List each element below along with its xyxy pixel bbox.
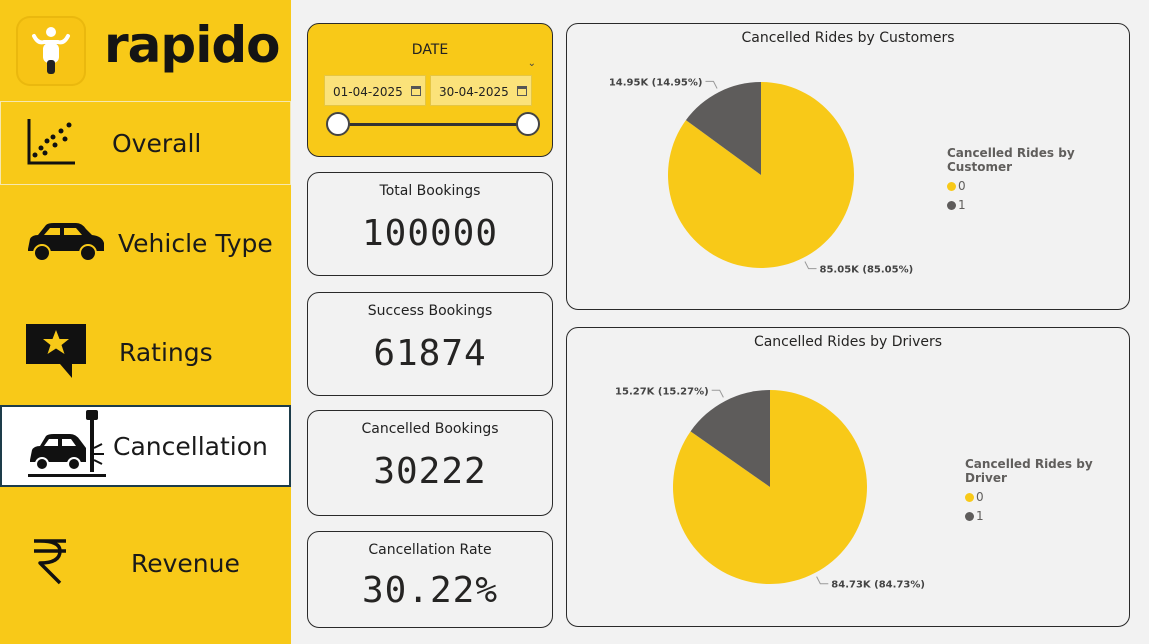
calendar-icon[interactable] [517, 86, 527, 96]
legend-item[interactable]: 0 [965, 490, 1129, 504]
legend-item[interactable]: 1 [965, 509, 1129, 523]
pie-leader-line [816, 576, 829, 585]
calendar-icon[interactable] [411, 86, 421, 96]
rupee-icon [30, 537, 70, 589]
legend: Cancelled Rides by Customer 0 1 [947, 146, 1129, 212]
kpi-total-bookings: Total Bookings 100000 [307, 172, 553, 276]
pie-data-label: 85.05K (85.05%) [820, 265, 914, 276]
rapido-logo-icon [16, 16, 86, 86]
kpi-title: Success Bookings [367, 303, 493, 319]
legend-item[interactable]: 1 [947, 198, 1129, 212]
nav-label-cancellation: Cancellation [113, 431, 268, 461]
legend: Cancelled Rides by Driver 0 1 [965, 457, 1129, 523]
kpi-value: 100000 [361, 213, 499, 254]
legend-label: 0 [976, 490, 984, 504]
nav-label-revenue: Revenue [131, 548, 240, 578]
nav-label-overall: Overall [112, 128, 202, 158]
brand-name: rapido [104, 16, 280, 74]
kpi-title: Cancellation Rate [368, 542, 492, 558]
legend-marker [947, 181, 956, 191]
nav-ratings[interactable]: Ratings [0, 310, 291, 394]
legend-title: Cancelled Rides by Customer [947, 146, 1075, 174]
pie-leader-line [705, 80, 718, 89]
legend-item[interactable]: 0 [947, 179, 1129, 193]
date-range-start-handle[interactable] [326, 112, 350, 136]
date-range-slider-track[interactable] [338, 123, 528, 126]
kpi-cancellation-rate: Cancellation Rate 30.22% [307, 531, 553, 628]
chart-card-drivers: Cancelled Rides by Drivers 84.73K (84.73… [566, 327, 1130, 627]
pie-data-label: 14.95K (14.95%) [609, 77, 703, 88]
legend-marker [965, 511, 974, 521]
start-date-input[interactable]: 01-04-2025 [324, 75, 426, 106]
kpi-cancelled-bookings: Cancelled Bookings 30222 [307, 410, 553, 516]
legend-marker [947, 200, 956, 210]
start-date-value: 01-04-2025 [333, 85, 403, 99]
date-range-end-handle[interactable] [516, 112, 540, 136]
nav-overall[interactable]: Overall [0, 101, 291, 185]
legend-marker [965, 492, 974, 502]
legend-label: 1 [976, 509, 984, 523]
kpi-value: 30222 [373, 451, 487, 492]
legend-label: 1 [958, 198, 966, 212]
kpi-value: 30.22% [361, 570, 499, 611]
date-slicer-title: DATE [411, 42, 449, 58]
kpi-value: 61874 [373, 333, 487, 374]
legend-label: 0 [958, 179, 966, 193]
kpi-success-bookings: Success Bookings 61874 [307, 292, 553, 396]
legend-title: Cancelled Rides by Driver [965, 457, 1093, 485]
scatter-plot-icon [25, 115, 77, 171]
nav-label-vehicle-type: Vehicle Type [118, 228, 273, 258]
nav-revenue[interactable]: Revenue [0, 521, 291, 605]
nav-cancellation[interactable]: Cancellation [0, 405, 291, 487]
sidebar: rapido Overall Vehicle Type Ratings Canc… [0, 0, 291, 644]
pie-leader-line [711, 389, 724, 398]
car-crash-icon [26, 408, 108, 484]
chart-card-customers: Cancelled Rides by Customers 85.05K (85.… [566, 23, 1130, 310]
date-slicer: DATE ⌄ 01-04-2025 30-04-2025 [307, 23, 553, 157]
end-date-input[interactable]: 30-04-2025 [430, 75, 532, 106]
pie-data-label: 15.27K (15.27%) [615, 386, 709, 397]
dashboard: rapido Overall Vehicle Type Ratings Canc… [0, 0, 1149, 644]
pie-leader-line [804, 261, 817, 270]
star-speech-bubble-icon [24, 320, 88, 384]
kpi-title: Cancelled Bookings [361, 421, 499, 437]
kpi-title: Total Bookings [379, 183, 481, 199]
nav-label-ratings: Ratings [119, 337, 213, 367]
car-icon [24, 219, 106, 267]
end-date-value: 30-04-2025 [439, 85, 509, 99]
nav-vehicle-type[interactable]: Vehicle Type [0, 201, 291, 285]
chevron-down-icon[interactable]: ⌄ [528, 58, 536, 69]
pie-data-label: 84.73K (84.73%) [831, 580, 925, 591]
